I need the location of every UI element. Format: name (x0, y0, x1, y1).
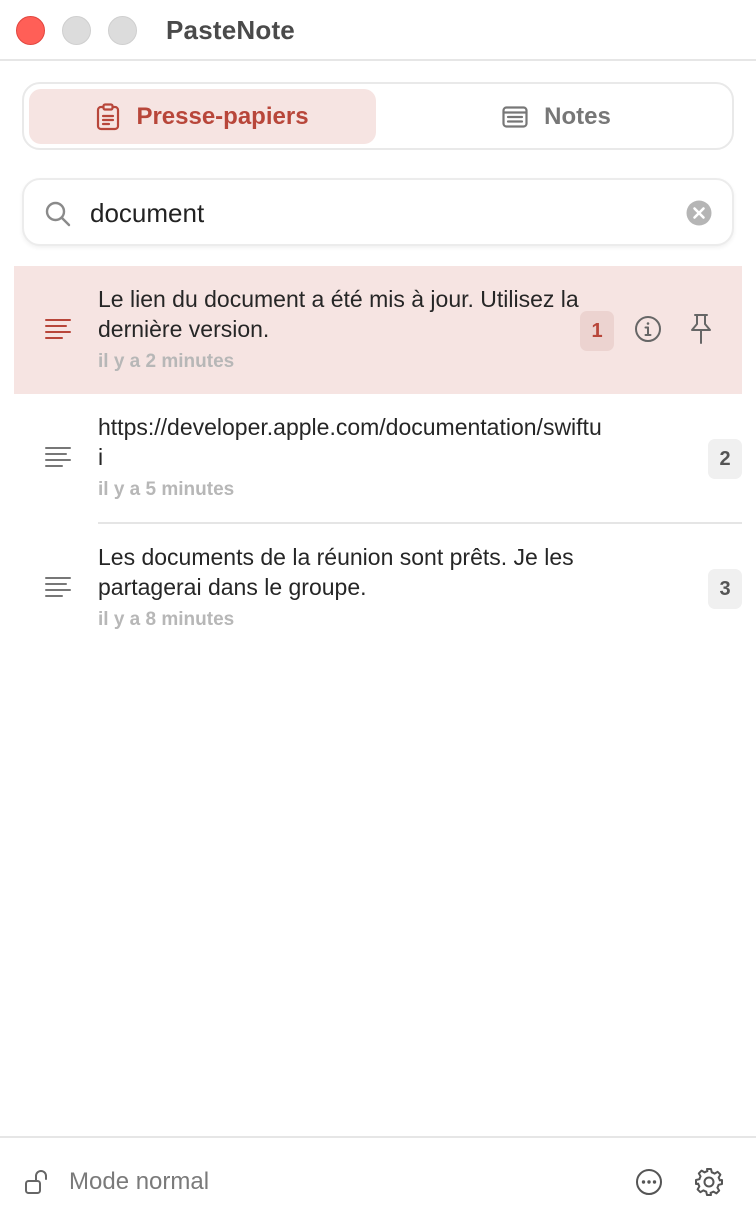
clipboard-list: Le lien du document a été mis à jour. Ut… (0, 266, 756, 654)
item-index-badge: 1 (580, 311, 614, 351)
title-bar: PasteNote (0, 0, 756, 61)
list-item[interactable]: https://developer.apple.com/documentatio… (0, 394, 756, 524)
item-time: il y a 5 minutes (98, 479, 235, 500)
close-window-button[interactable] (16, 16, 45, 45)
clipboard-icon (96, 102, 120, 131)
gear-icon[interactable] (694, 1167, 724, 1202)
item-index-badge: 3 (708, 569, 742, 609)
footer-bar: Mode normal (0, 1136, 756, 1220)
text-lines-icon (44, 576, 72, 603)
unlock-icon[interactable] (24, 1168, 52, 1201)
item-text: Les documents de la réunion sont prêts. … (98, 544, 574, 600)
app-title: PasteNote (166, 15, 295, 45)
more-options-icon[interactable] (635, 1168, 663, 1201)
item-time: il y a 8 minutes (98, 609, 235, 630)
search-bar (22, 178, 734, 246)
info-icon[interactable] (634, 315, 662, 348)
pin-icon[interactable] (687, 313, 715, 350)
item-time: il y a 2 minutes (98, 351, 235, 372)
text-lines-icon (44, 446, 72, 473)
search-input[interactable] (90, 192, 670, 234)
mode-label: Mode normal (69, 1168, 210, 1195)
app-window: PasteNote Presse-papiers Notes document … (0, 0, 756, 1220)
tab-clipboard[interactable]: Presse-papiers (29, 89, 376, 144)
text-lines-icon (44, 318, 72, 345)
clear-search-icon[interactable] (686, 200, 712, 231)
tab-notes[interactable]: Notes (384, 89, 729, 144)
mode-segmented-control: Presse-papiers Notes (22, 82, 734, 150)
minimize-window-button[interactable] (62, 16, 91, 45)
item-text: https://developer.apple.com/documentatio… (98, 414, 602, 470)
item-index-badge: 2 (708, 439, 742, 479)
item-text: Le lien du document a été mis à jour. Ut… (98, 286, 579, 342)
tab-notes-label: Notes (544, 102, 611, 130)
tab-clipboard-label: Presse-papiers (136, 102, 309, 130)
search-icon (44, 200, 72, 233)
list-item[interactable]: Le lien du document a été mis à jour. Ut… (14, 266, 742, 394)
list-item[interactable]: Les documents de la réunion sont prêts. … (0, 524, 756, 654)
zoom-window-button[interactable] (108, 16, 137, 45)
note-icon (502, 105, 528, 128)
